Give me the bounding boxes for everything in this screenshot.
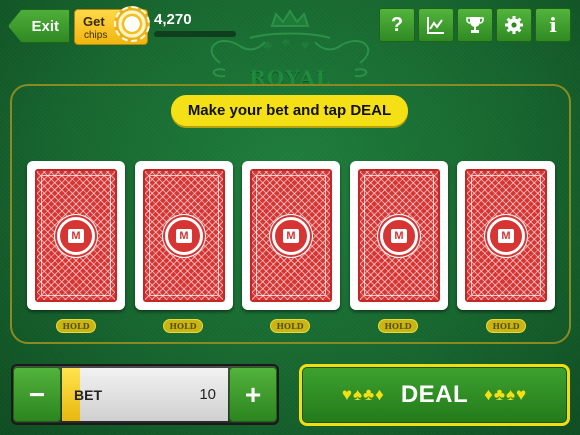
chip-icon (114, 6, 150, 42)
hold-button-4[interactable]: HOLD (378, 319, 418, 333)
hold-button-1[interactable]: HOLD (56, 319, 96, 333)
deal-button[interactable]: ♥♠♣♦ DEAL ♦♣♠♥ (299, 364, 570, 426)
trophy-icon (466, 17, 484, 33)
gear-icon (505, 16, 523, 34)
info-icon: i (549, 13, 557, 37)
card-emblem-icon: M (380, 216, 418, 255)
svg-text:♣: ♣ (263, 37, 272, 53)
card-emblem-icon: M (272, 216, 310, 255)
hold-button-3[interactable]: HOLD (270, 319, 310, 333)
card-emblem-icon: M (165, 216, 203, 255)
card-slot-1[interactable]: M (27, 161, 125, 310)
card-emblem-letter: M (498, 228, 514, 243)
svg-text:♠: ♠ (282, 33, 290, 49)
card-slot-5[interactable]: M (457, 161, 555, 310)
plus-icon: + (244, 378, 262, 410)
card-emblem-letter: M (283, 228, 299, 243)
suits-icon-right: ♦♣♠♥ (484, 385, 528, 404)
card-slot-2[interactable]: M (135, 161, 233, 310)
deal-label: DEAL (400, 381, 469, 408)
stats-button[interactable] (418, 8, 454, 42)
card-emblem-letter: M (391, 228, 407, 243)
chart-icon (427, 17, 444, 34)
get-chips-label: Get (83, 14, 105, 29)
exit-label: Exit (31, 17, 59, 35)
exit-button[interactable]: Exit (8, 9, 70, 43)
card-emblem-icon: M (487, 216, 525, 255)
bet-label: BET (74, 387, 102, 403)
svg-text:♥: ♥ (301, 37, 309, 53)
settings-button[interactable] (496, 8, 532, 42)
card-emblem-letter: M (68, 228, 84, 243)
bet-value: 10 (199, 386, 216, 403)
suits-icon-left: ♥♠♣♦ (341, 385, 385, 404)
royal-casino-logo: ♣ ♠ ♥ ROYAL (180, 8, 400, 90)
card-emblem-icon: M (57, 216, 95, 255)
get-chips-sublabel: chips (84, 30, 108, 41)
hold-button-5[interactable]: HOLD (486, 319, 526, 333)
instruction-banner: Make your bet and tap DEAL (171, 95, 408, 126)
minus-icon: − (28, 378, 46, 410)
increase-bet-button[interactable]: + (229, 367, 277, 422)
card-emblem-letter: M (176, 228, 192, 243)
card-slot-4[interactable]: M (350, 161, 448, 310)
trophy-button[interactable] (457, 8, 493, 42)
card-slot-3[interactable]: M (242, 161, 340, 310)
hold-button-2[interactable]: HOLD (163, 319, 203, 333)
decrease-bet-button[interactable]: − (13, 367, 61, 422)
info-button[interactable]: i (535, 8, 571, 42)
